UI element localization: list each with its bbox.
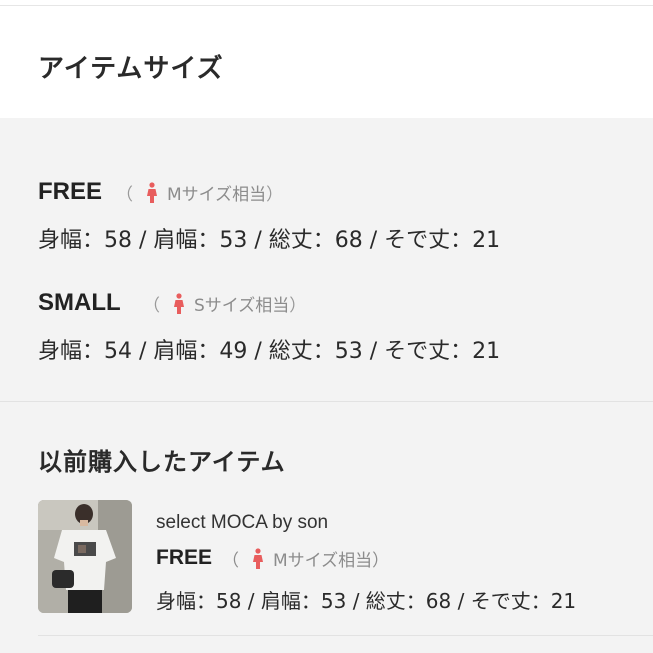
item-fit-label: Mサイズ相当 xyxy=(273,551,373,571)
fit-paren-close: ） xyxy=(266,185,284,205)
person-female-icon xyxy=(147,181,157,203)
measurements-free: 身幅：58 / 肩幅：53 / 総丈：68 / そで丈：21 xyxy=(38,228,501,253)
item-fit-note: （ Mサイズ相当 ） xyxy=(222,546,389,571)
bottom-divider xyxy=(38,635,653,636)
size-name-small: SMALL xyxy=(38,289,121,316)
fit-paren-open: （ xyxy=(222,551,239,571)
fit-label-small: Sサイズ相当 xyxy=(194,296,290,316)
fit-note-small: （ Sサイズ相当 ） xyxy=(143,291,306,316)
item-size: FREE xyxy=(156,546,213,569)
fit-paren-close: ） xyxy=(289,296,307,316)
item-size-page: アイテムサイズ FREE （ Mサイズ相当 ） 身幅：58 / 肩幅：53 / … xyxy=(0,0,653,653)
history-title: 以前購入したアイテム xyxy=(38,448,286,476)
size-name-free: FREE xyxy=(38,178,103,205)
item-measurements: 身幅：58 / 肩幅：53 / 総丈：68 / そで丈：21 xyxy=(156,589,577,613)
purchase-history: 以前購入したアイテム select MOCA by son FREE （ Mサイ… xyxy=(0,402,653,653)
section-title: アイテムサイズ xyxy=(38,54,224,84)
fit-paren-open: （ xyxy=(143,296,160,316)
item-brand: select MOCA by son xyxy=(156,512,329,533)
person-female-icon xyxy=(253,547,263,569)
measurements-small: 身幅：54 / 肩幅：49 / 総丈：53 / そで丈：21 xyxy=(38,339,501,364)
fit-note-free: （ Mサイズ相当 ） xyxy=(116,180,283,205)
fit-paren-open: （ xyxy=(116,185,133,205)
fit-paren-close: ） xyxy=(372,551,390,571)
size-list: FREE （ Mサイズ相当 ） 身幅：58 / 肩幅：53 / 総丈：68 / … xyxy=(0,118,653,402)
item-photo xyxy=(38,500,132,613)
person-female-icon xyxy=(174,292,184,314)
item-thumbnail[interactable] xyxy=(38,500,132,613)
section-header: アイテムサイズ xyxy=(0,6,653,118)
fit-label-free: Mサイズ相当 xyxy=(167,185,267,205)
